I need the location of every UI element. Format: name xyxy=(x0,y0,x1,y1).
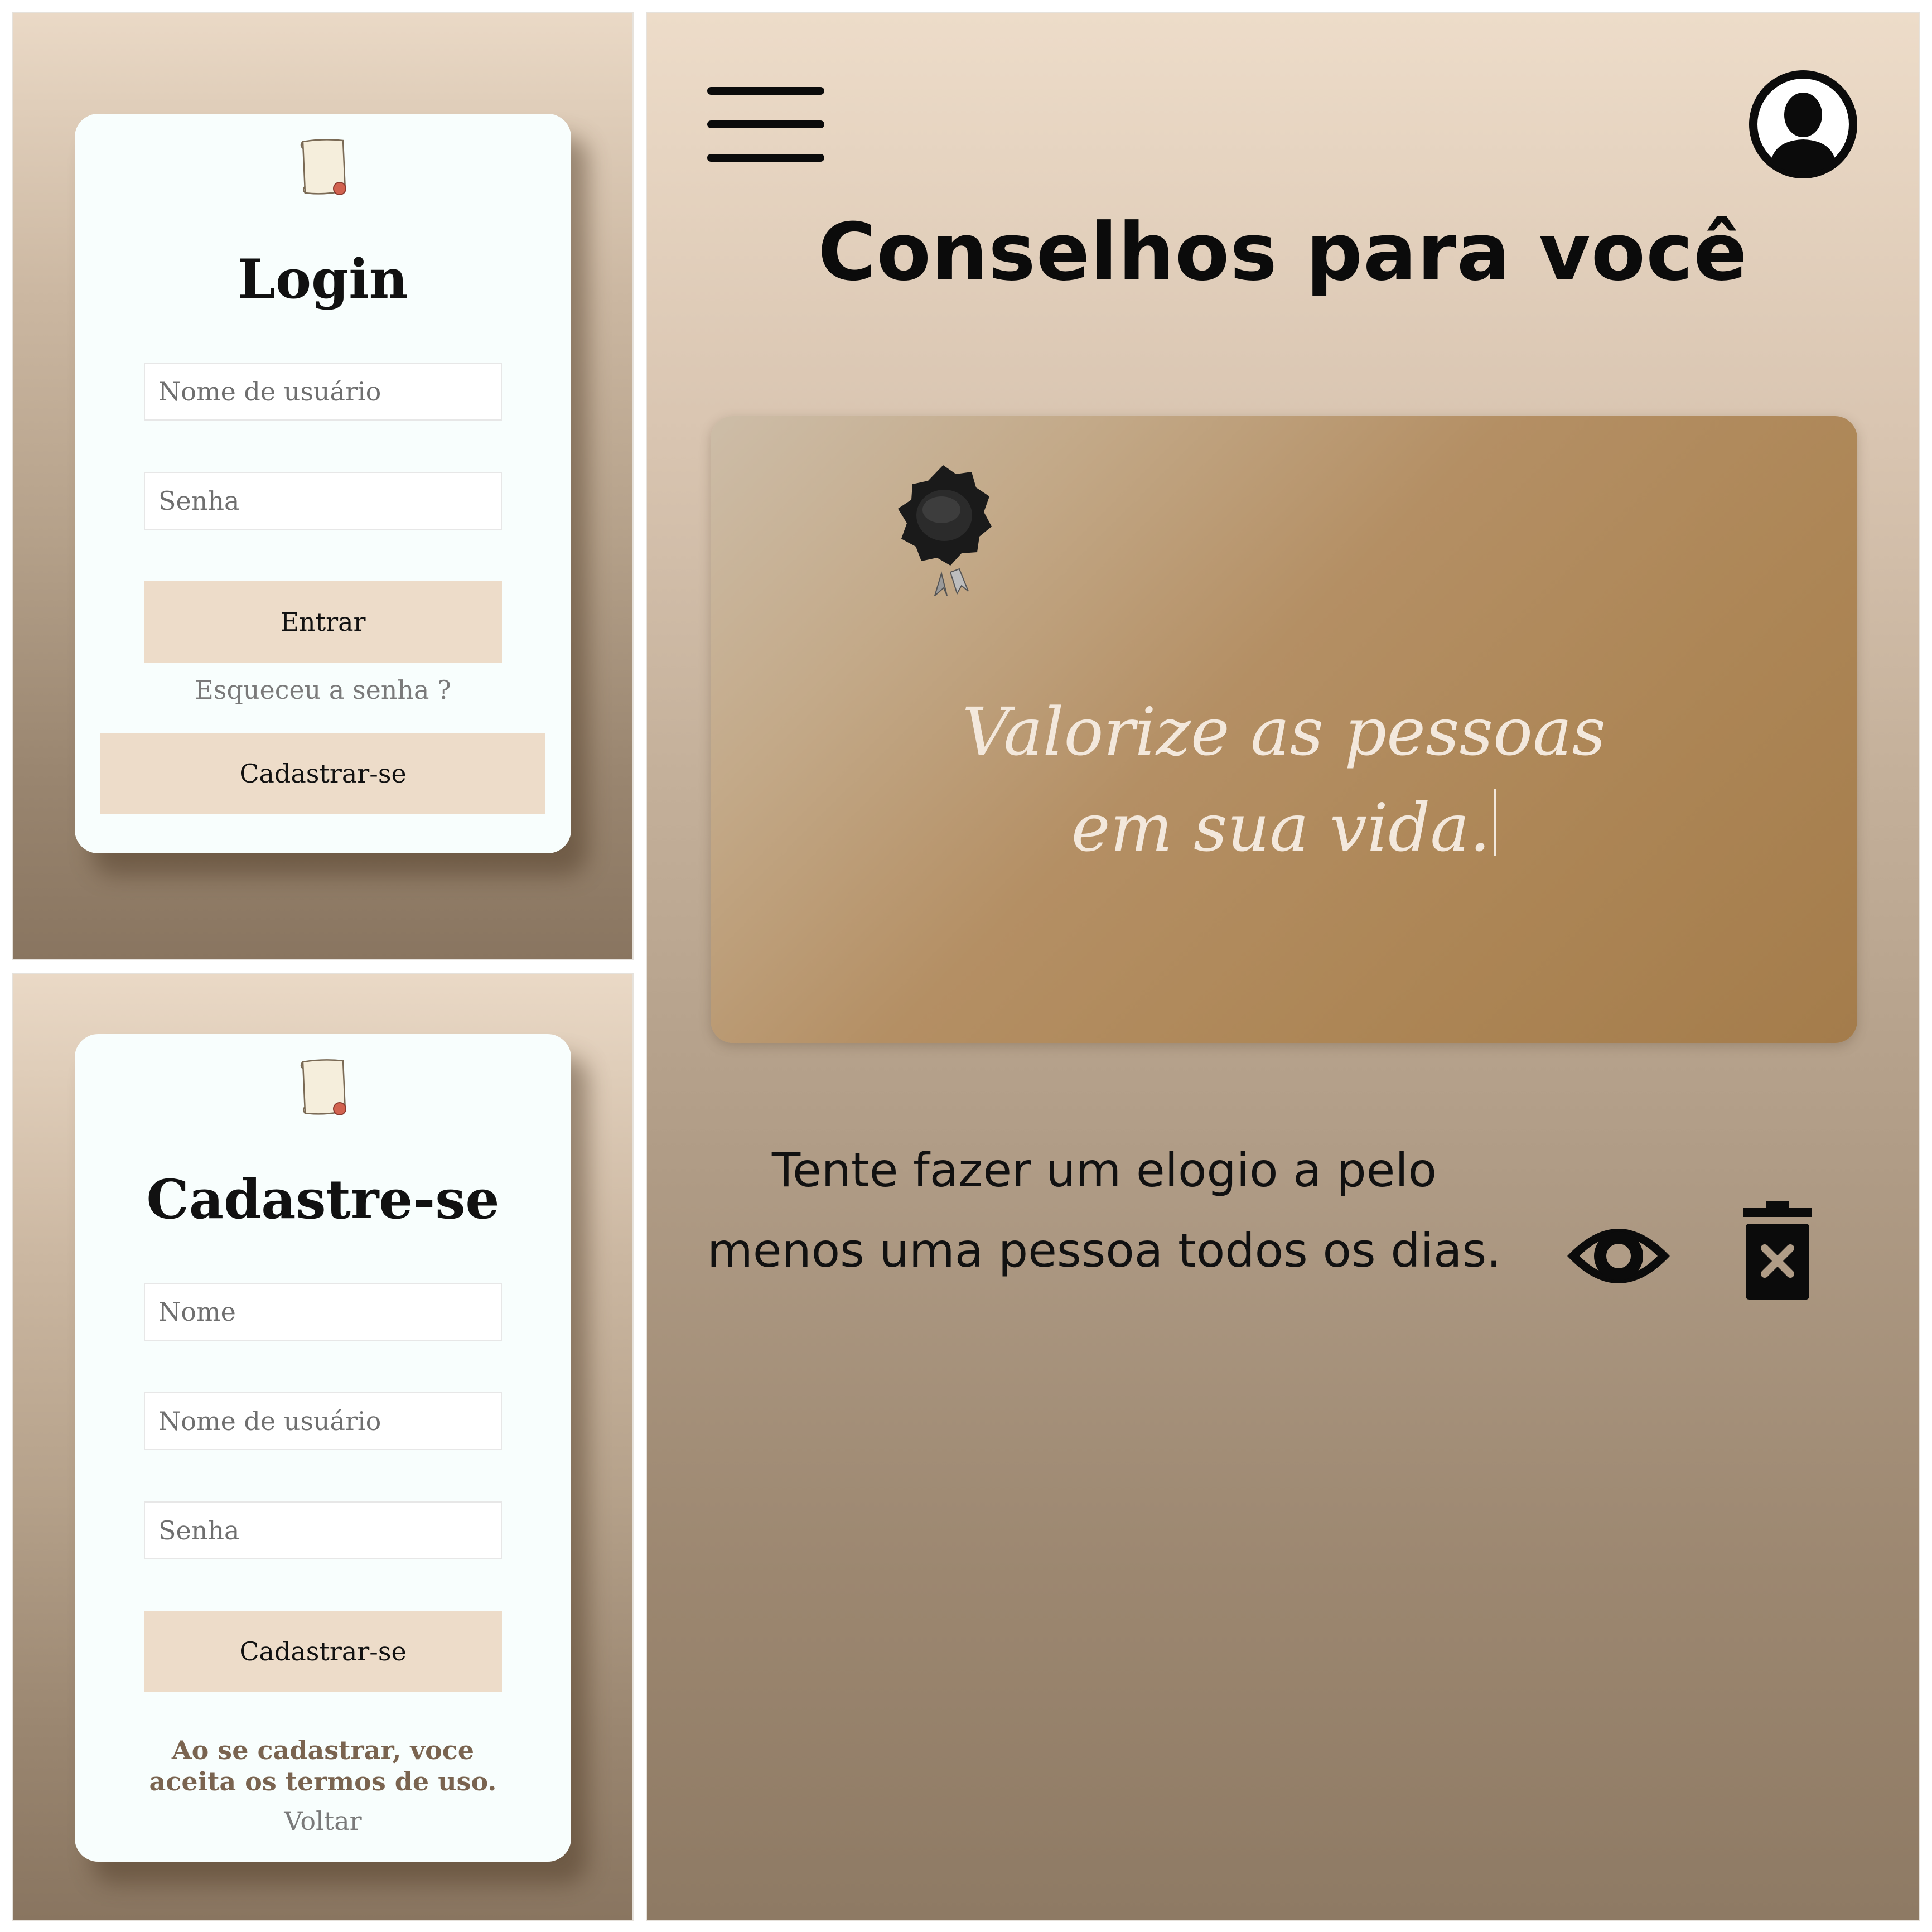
quote-line-2: em sua vida. xyxy=(1071,789,1491,866)
login-card: Login Entrar Esqueceu a senha ? Cadastra… xyxy=(75,114,571,853)
advice-screen: Conselhos para você Valorize as pessoas … xyxy=(646,12,1920,1921)
signup-screen: Cadastre-se Cadastrar-se Ao se cadastrar… xyxy=(12,973,634,1921)
signup-card: Cadastre-se Cadastrar-se Ao se cadastrar… xyxy=(75,1034,571,1862)
terms-notice: Ao se cadastrar, voce aceita os termos d… xyxy=(149,1735,497,1796)
login-title: Login xyxy=(238,248,408,311)
username-input[interactable] xyxy=(144,1392,502,1450)
register-button[interactable]: Cadastrar-se xyxy=(100,733,545,814)
name-input[interactable] xyxy=(144,1283,502,1341)
quote-line-1: Valorize as pessoas xyxy=(962,693,1606,770)
login-submit-button[interactable]: Entrar xyxy=(144,581,502,663)
quote-text: Valorize as pessoas em sua vida. xyxy=(711,684,1857,876)
eye-icon[interactable] xyxy=(1564,1213,1673,1300)
password-input[interactable] xyxy=(144,472,502,530)
password-input[interactable] xyxy=(144,1501,502,1559)
hamburger-menu-icon[interactable] xyxy=(707,87,824,163)
scroll-logo-icon xyxy=(300,1059,346,1115)
quote-card: Valorize as pessoas em sua vida. xyxy=(711,416,1857,1043)
page-title: Conselhos para você xyxy=(818,206,1748,298)
scroll-logo-icon xyxy=(300,139,346,195)
text-cursor xyxy=(1494,789,1497,856)
username-input[interactable] xyxy=(144,363,502,421)
wax-seal-icon xyxy=(898,465,992,596)
trash-icon[interactable] xyxy=(1741,1201,1814,1300)
login-screen: Login Entrar Esqueceu a senha ? Cadastra… xyxy=(12,12,634,960)
advice-text: Tente fazer um elogio a pelo menos uma p… xyxy=(707,1143,1501,1278)
back-link[interactable]: Voltar xyxy=(75,1806,571,1836)
signup-submit-button[interactable]: Cadastrar-se xyxy=(144,1611,502,1692)
forgot-password-link[interactable]: Esqueceu a senha ? xyxy=(75,675,571,705)
signup-title: Cadastre-se xyxy=(146,1168,500,1231)
user-avatar-icon[interactable] xyxy=(1749,70,1857,178)
